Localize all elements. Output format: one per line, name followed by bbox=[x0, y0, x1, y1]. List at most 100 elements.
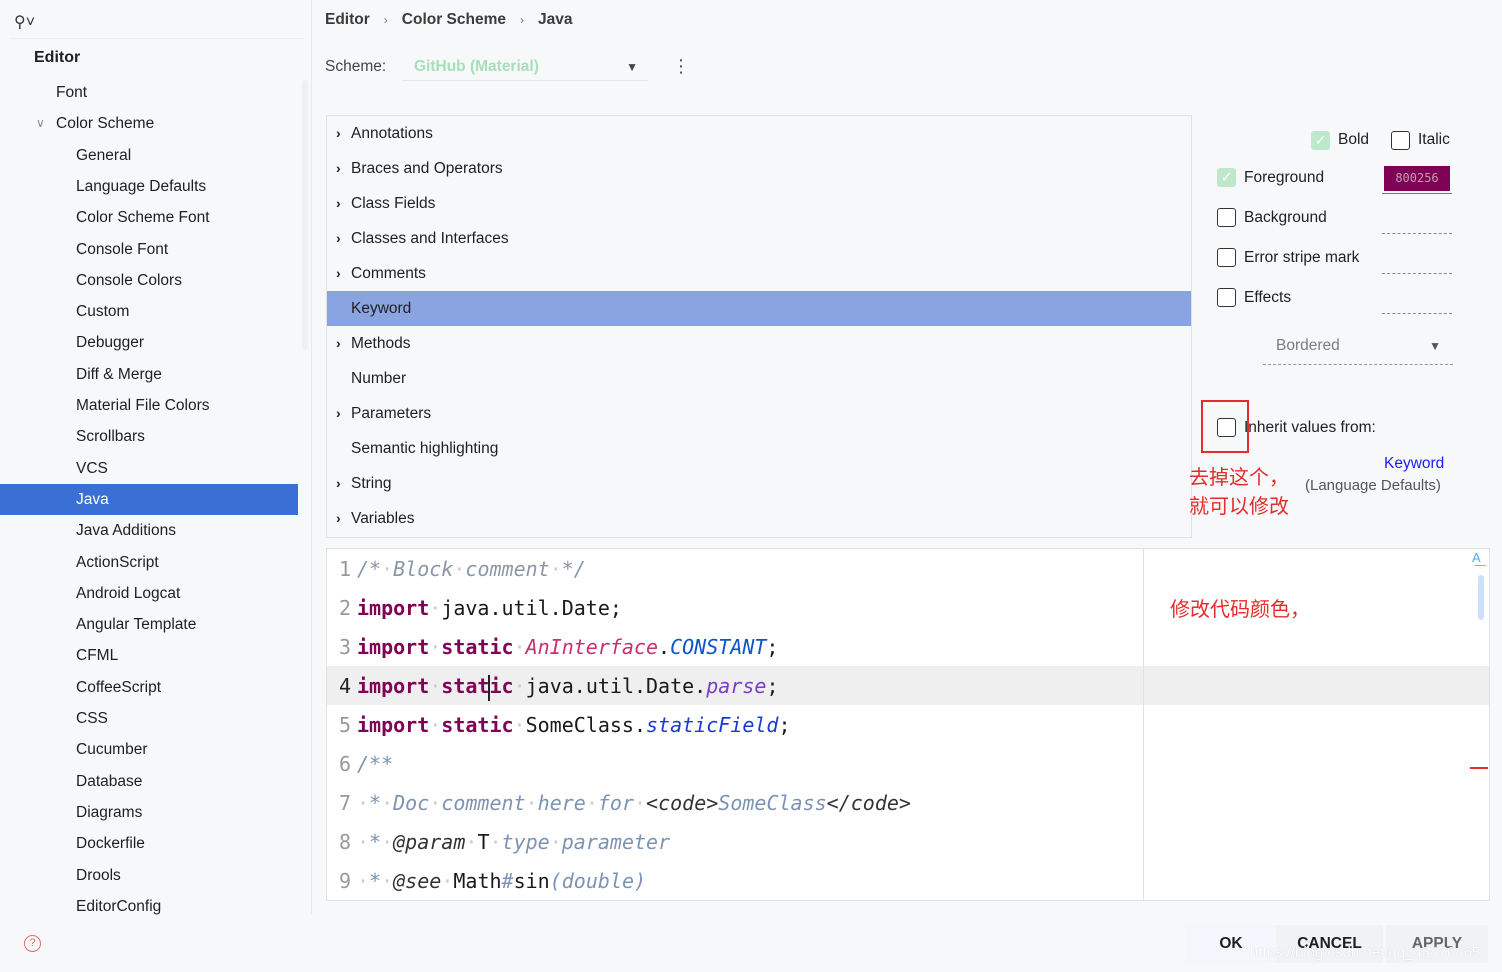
tree-item[interactable]: › Parameters bbox=[327, 396, 1191, 431]
code-token: * bbox=[369, 791, 382, 815]
tree-item[interactable]: › Comments bbox=[327, 256, 1191, 291]
inspection-icon[interactable]: A͟ bbox=[1472, 550, 1481, 565]
dropdown-arrow-icon: ▼ bbox=[626, 60, 638, 74]
bold-checkbox[interactable]: ✓ bbox=[1311, 131, 1330, 150]
code-token: sin bbox=[513, 869, 550, 893]
sidebar-item[interactable]: ActionScript bbox=[0, 547, 298, 578]
preview-scrollbar[interactable] bbox=[1478, 575, 1484, 620]
tree-item[interactable]: › Methods bbox=[327, 326, 1191, 361]
tree-item[interactable]: Number bbox=[327, 361, 1191, 396]
tree-item[interactable]: › Variables bbox=[327, 501, 1191, 536]
sidebar-item[interactable]: Diff & Merge bbox=[0, 359, 298, 390]
tree-item[interactable]: Semantic highlighting bbox=[327, 431, 1191, 466]
error-stripe-checkbox[interactable] bbox=[1217, 248, 1236, 267]
background-checkbox[interactable] bbox=[1217, 208, 1236, 227]
foreground-color-swatch[interactable]: 800256 bbox=[1384, 166, 1450, 191]
code-token: · bbox=[381, 869, 394, 893]
scheme-dropdown[interactable]: GitHub (Material) ▼ bbox=[402, 53, 648, 81]
chevron-right-icon[interactable]: › bbox=[336, 396, 341, 431]
breadcrumb-color-scheme[interactable]: Color Scheme bbox=[402, 11, 506, 29]
code-token: · bbox=[525, 791, 538, 815]
tree-item[interactable]: › Class Fields bbox=[327, 186, 1191, 221]
sidebar-item[interactable]: Color Scheme Font bbox=[0, 202, 298, 233]
line-number: 1 bbox=[338, 557, 351, 581]
tree-item[interactable]: › String bbox=[327, 466, 1191, 501]
sidebar-item[interactable]: Database bbox=[0, 766, 298, 797]
tree-item[interactable]: › Braces and Operators bbox=[327, 151, 1191, 186]
chevron-right-icon: › bbox=[520, 13, 525, 27]
sidebar-item[interactable]: Debugger bbox=[0, 327, 298, 358]
sidebar-item[interactable]: Font bbox=[0, 77, 298, 108]
sidebar-item[interactable]: Diagrams bbox=[0, 797, 298, 828]
sidebar-item[interactable]: Material File Colors bbox=[0, 390, 298, 421]
line-number: 2 bbox=[338, 596, 351, 620]
code-preview[interactable]: 1/*·Block·comment·*/2 import·java.util.Da… bbox=[326, 548, 1490, 901]
sidebar-item[interactable]: Java Additions bbox=[0, 515, 298, 546]
line-number: 8 bbox=[338, 830, 351, 854]
effects-color-field[interactable] bbox=[1382, 313, 1452, 314]
sidebar-item[interactable]: CoffeeScript bbox=[0, 672, 298, 703]
code-token: · bbox=[381, 830, 394, 854]
help-icon[interactable]: ? bbox=[24, 935, 41, 952]
code-token: /* bbox=[357, 557, 382, 581]
chevron-right-icon[interactable]: › bbox=[336, 501, 341, 536]
code-token: CONSTANT bbox=[670, 635, 767, 659]
sidebar-item[interactable]: ∨ Color Scheme bbox=[0, 108, 298, 139]
sidebar-item[interactable]: Drools bbox=[0, 860, 298, 891]
background-color-field[interactable] bbox=[1382, 233, 1452, 234]
search-icon[interactable]: ⚲˅ bbox=[14, 12, 35, 32]
breadcrumb-editor[interactable]: Editor bbox=[325, 11, 370, 29]
sidebar-item[interactable]: Angular Template bbox=[0, 609, 298, 640]
sidebar-item[interactable]: Console Font bbox=[0, 234, 298, 265]
inherit-source-link[interactable]: Keyword bbox=[1384, 455, 1444, 473]
chevron-right-icon[interactable]: › bbox=[336, 326, 341, 361]
chevron-right-icon[interactable]: › bbox=[336, 186, 341, 221]
chevron-right-icon[interactable]: › bbox=[336, 466, 341, 501]
chevron-right-icon[interactable]: › bbox=[336, 256, 341, 291]
sidebar-item[interactable]: General bbox=[0, 140, 298, 171]
sidebar-item[interactable]: Java bbox=[0, 483, 298, 515]
error-stripe-color-field[interactable] bbox=[1382, 273, 1452, 274]
code-token: SomeClass. bbox=[525, 713, 647, 737]
code-token: · bbox=[429, 635, 442, 659]
sidebar-section-editor[interactable]: Editor bbox=[34, 49, 80, 67]
chevron-right-icon[interactable]: › bbox=[336, 151, 341, 186]
divider bbox=[10, 38, 303, 39]
chevron-right-icon: › bbox=[383, 13, 388, 27]
chevron-right-icon[interactable]: › bbox=[336, 116, 341, 151]
code-token: Doc bbox=[393, 791, 430, 815]
sidebar-item[interactable]: Dockerfile bbox=[0, 828, 298, 859]
code-line: 7 ·*·Doc·comment·here·for·<code>SomeClass… bbox=[327, 784, 911, 823]
effect-type-dropdown[interactable]: Bordered ▼ bbox=[1263, 333, 1453, 365]
annotation-note-line: 就可以修改 bbox=[1189, 494, 1289, 518]
sidebar-item[interactable]: Custom bbox=[0, 296, 298, 327]
more-options-icon[interactable]: ⋮ bbox=[672, 56, 690, 76]
code-token: Block bbox=[393, 557, 454, 581]
code-token: ic bbox=[489, 674, 514, 698]
chevron-right-icon[interactable]: › bbox=[336, 221, 341, 256]
sidebar-item[interactable]: Scrollbars bbox=[0, 421, 298, 452]
code-token: ; bbox=[766, 635, 779, 659]
sidebar-item[interactable]: EditorConfig bbox=[0, 891, 298, 922]
sidebar-item[interactable]: CFML bbox=[0, 640, 298, 671]
foreground-checkbox[interactable]: ✓ bbox=[1217, 168, 1236, 187]
tree-item[interactable]: › Classes and Interfaces bbox=[327, 221, 1191, 256]
sidebar-item-label: Scrollbars bbox=[76, 428, 145, 446]
tree-item[interactable]: › Annotations bbox=[327, 116, 1191, 151]
effects-checkbox[interactable] bbox=[1217, 288, 1236, 307]
tree-item[interactable]: Keyword bbox=[327, 291, 1191, 326]
sidebar-item[interactable]: VCS bbox=[0, 453, 298, 484]
sidebar-item[interactable]: Cucumber bbox=[0, 734, 298, 765]
sidebar-item[interactable]: CSS bbox=[0, 703, 298, 734]
sidebar-item[interactable]: Android Logcat bbox=[0, 578, 298, 609]
sidebar-item-label: EditorConfig bbox=[76, 897, 162, 915]
sidebar-item-label: Database bbox=[76, 772, 143, 790]
sidebar-item[interactable]: Console Colors bbox=[0, 265, 298, 296]
code-token: for bbox=[597, 791, 634, 815]
code-token: · bbox=[513, 635, 526, 659]
italic-checkbox[interactable] bbox=[1391, 131, 1410, 150]
sidebar-item[interactable]: Language Defaults bbox=[0, 171, 298, 202]
sidebar-scrollbar[interactable] bbox=[302, 80, 308, 350]
chevron-down-icon[interactable]: ∨ bbox=[36, 108, 45, 139]
code-line: 2 import·java.util.Date; bbox=[327, 589, 622, 628]
